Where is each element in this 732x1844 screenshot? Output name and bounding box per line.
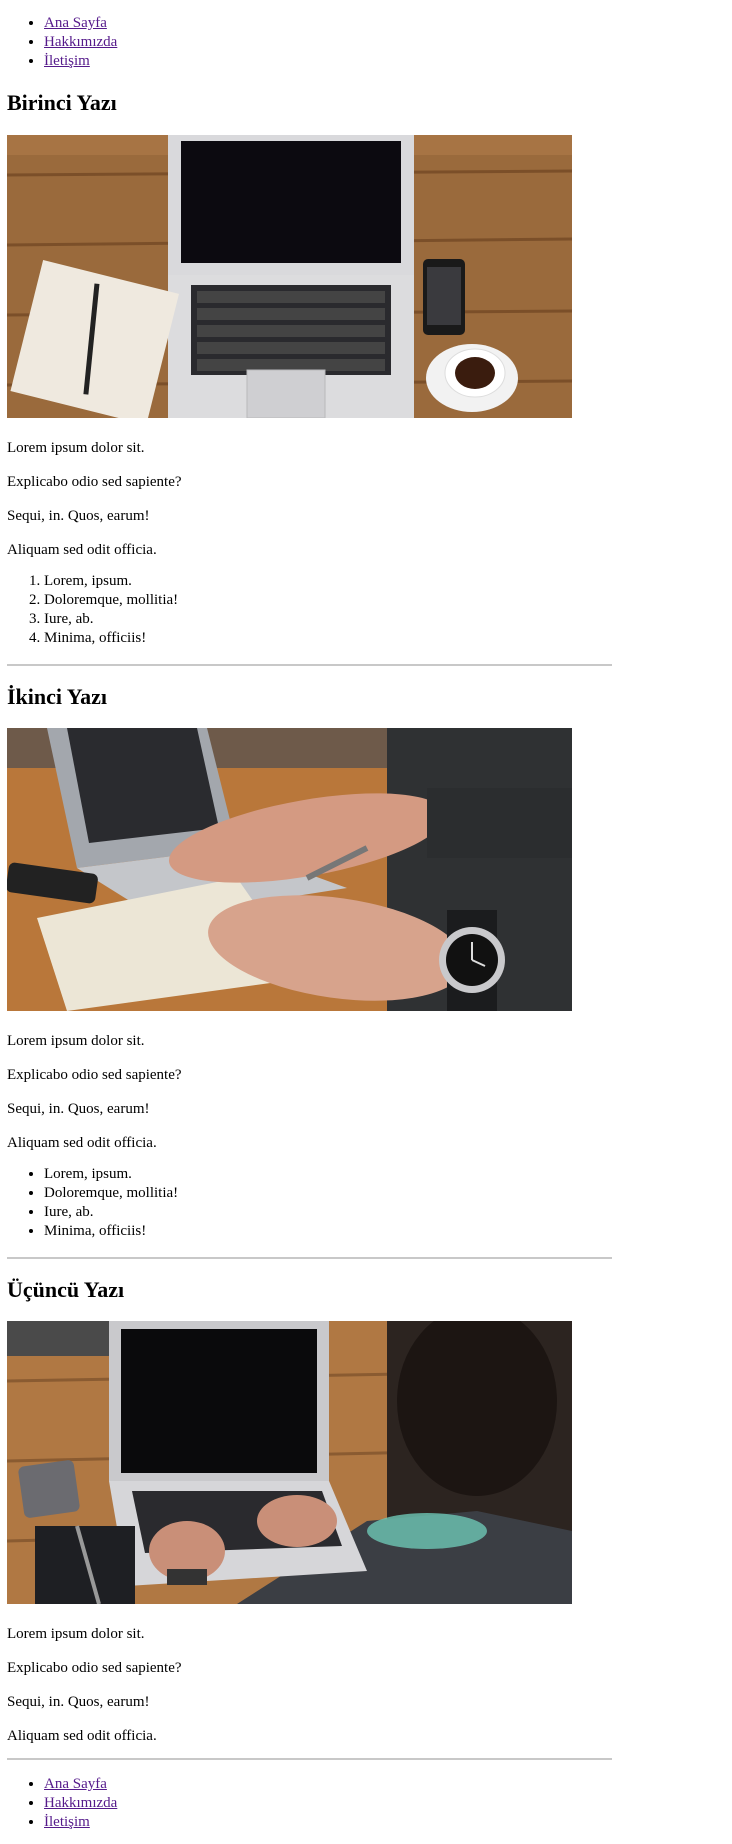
divider [7,1758,612,1760]
post-1-paragraph-1: Lorem ipsum dolor sit. [7,440,145,456]
footer-link-contact[interactable]: İletişim [44,1814,90,1830]
post-1-paragraph-4: Aliquam sed odit officia. [7,542,157,558]
post-1-title: Birinci Yazı [7,90,117,115]
nav-link-contact[interactable]: İletişim [44,53,90,69]
nav-link-about[interactable]: Hakkımızda [44,34,117,50]
post-3-paragraph-3: Sequi, in. Quos, earum! [7,1694,150,1710]
nav-item-about: Hakkımızda [44,33,344,52]
post-3-title: Üçüncü Yazı [7,1277,125,1302]
footer-link-home[interactable]: Ana Sayfa [44,1776,107,1792]
top-nav: Ana Sayfa Hakkımızda İletişim [7,14,344,71]
nav-item-contact: İletişim [44,52,344,71]
post-1-image-laptop-desk [7,135,572,418]
post-2-paragraph-1: Lorem ipsum dolor sit. [7,1033,145,1049]
post-2-title: İkinci Yazı [7,684,108,709]
post-1-ordered-list: Lorem, ipsum. Doloremque, mollitia! Iure… [7,572,344,648]
post-3-paragraph-1: Lorem ipsum dolor sit. [7,1626,145,1642]
nav-link-home[interactable]: Ana Sayfa [44,15,107,31]
post-2-paragraph-3: Sequi, in. Quos, earum! [7,1101,150,1117]
post-2-image-writing-notebook [7,728,572,1011]
post-2-paragraph-2: Explicabo odio sed sapiente? [7,1067,182,1083]
post-3-paragraph-2: Explicabo odio sed sapiente? [7,1660,182,1676]
post-1-paragraph-3: Sequi, in. Quos, earum! [7,508,150,524]
list-item: Lorem, ipsum. [44,572,344,591]
list-item: Doloremque, mollitia! [44,1184,344,1203]
nav-item-about: Hakkımızda [44,1794,344,1813]
nav-item-home: Ana Sayfa [44,14,344,33]
nav-item-home: Ana Sayfa [44,1775,344,1794]
list-item: Minima, officiis! [44,629,344,648]
divider [7,664,612,666]
list-item: Doloremque, mollitia! [44,591,344,610]
list-item: Minima, officiis! [44,1222,344,1241]
bottom-nav: Ana Sayfa Hakkımızda İletişim [7,1775,344,1832]
post-3-paragraph-4: Aliquam sed odit officia. [7,1728,157,1744]
list-item: Lorem, ipsum. [44,1165,344,1184]
footer-link-about[interactable]: Hakkımızda [44,1795,117,1811]
post-2-paragraph-4: Aliquam sed odit officia. [7,1135,157,1151]
post-1-paragraph-2: Explicabo odio sed sapiente? [7,474,182,490]
post-3-image-person-typing [7,1321,572,1604]
divider [7,1257,612,1259]
post-2-unordered-list: Lorem, ipsum. Doloremque, mollitia! Iure… [7,1165,344,1241]
list-item: Iure, ab. [44,610,344,629]
list-item: Iure, ab. [44,1203,344,1222]
nav-item-contact: İletişim [44,1813,344,1832]
